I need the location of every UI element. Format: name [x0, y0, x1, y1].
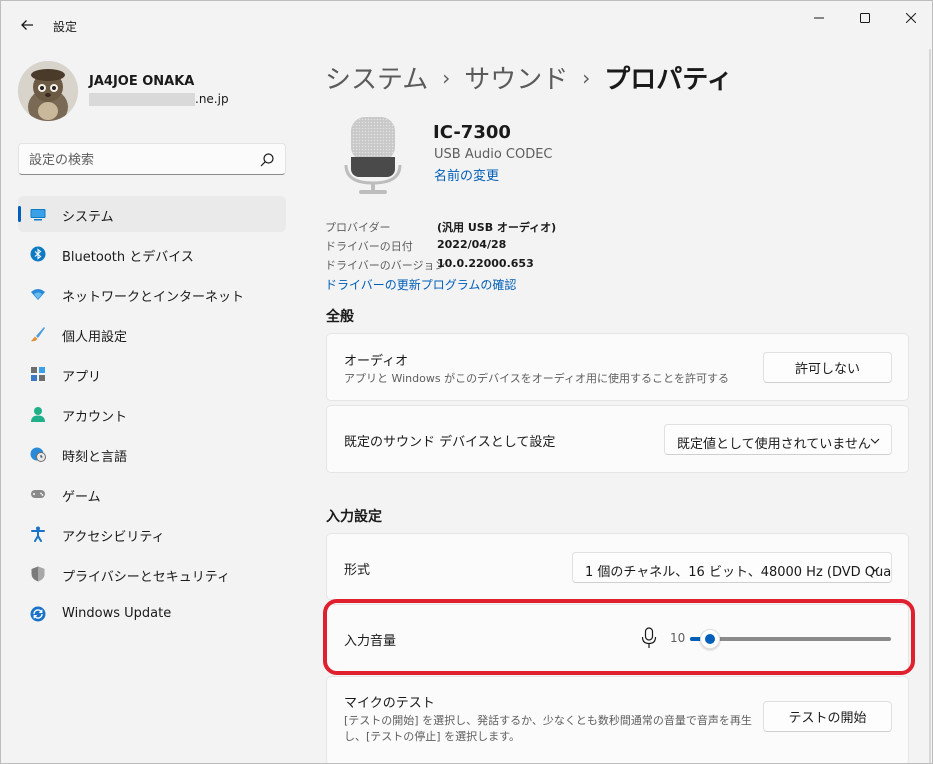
close-icon: [906, 13, 916, 23]
mic-test-description: [テストの開始] を選択し、発話するか、少なくとも数秒間通常の音量で音声を再生: [344, 714, 752, 727]
gaming-icon: [31, 490, 45, 498]
mic-test-title: マイクのテスト: [344, 696, 435, 711]
sidebar-item-accounts[interactable]: アカウント: [18, 396, 286, 432]
user-name: JA4JOE ONAKA: [89, 74, 195, 89]
input-volume-title: 入力音量: [344, 634, 397, 649]
default-device-card: 既定のサウンド デバイスとして設定 既定値として使用されていません: [326, 405, 909, 473]
dropdown-value: 1 個のチャネル、16 ビット、48000 Hz (DVD Qua: [585, 565, 892, 580]
property-key: プロバイダー: [325, 221, 391, 234]
maximize-button[interactable]: [842, 1, 888, 35]
sidebar-item-apps[interactable]: アプリ: [18, 356, 286, 392]
search-icon[interactable]: [259, 152, 275, 168]
back-button[interactable]: [15, 13, 39, 37]
system-icon: [30, 209, 46, 221]
personalization-icon: [31, 327, 45, 342]
default-device-dropdown[interactable]: 既定値として使用されていません: [664, 424, 892, 455]
time-language-icon: [30, 447, 46, 462]
sidebar-item-system[interactable]: システム: [18, 196, 286, 232]
accounts-icon: [31, 407, 45, 422]
audio-title: オーディオ: [344, 354, 409, 369]
breadcrumb-separator: ›: [582, 65, 591, 90]
sidebar-item-label: プライバシーとセキュリティ: [62, 570, 230, 585]
property-value: (汎用 USB オーディオ): [437, 221, 557, 234]
device-description: USB Audio CODEC: [434, 147, 553, 162]
sidebar-item-gaming[interactable]: ゲーム: [18, 476, 286, 512]
sidebar-item-time-language[interactable]: 時刻と言語: [18, 436, 286, 472]
sidebar-item-label: アプリ: [62, 370, 102, 385]
property-key: ドライバーのバージョン: [325, 259, 446, 272]
rename-link[interactable]: 名前の変更: [434, 165, 499, 184]
sidebar-item-label: システム: [62, 210, 114, 225]
dropdown-value: 既定値として使用されていません: [677, 437, 871, 452]
format-title: 形式: [344, 563, 371, 578]
breadcrumb-sound[interactable]: サウンド: [464, 59, 568, 96]
sidebar-item-label: Windows Update: [62, 606, 172, 621]
network-icon: [31, 289, 45, 300]
microphone-icon[interactable]: [641, 627, 657, 649]
mic-test-description-2: し、[テストの停止] を選択します。: [344, 730, 520, 743]
input-volume-slider[interactable]: [690, 629, 891, 649]
chevron-down-icon: [870, 438, 880, 444]
breadcrumb-separator: ›: [442, 65, 451, 90]
section-title-input: 入力設定: [326, 509, 382, 525]
format-dropdown[interactable]: 1 個のチャネル、16 ビット、48000 Hz (DVD Qua: [572, 552, 892, 583]
disallow-button[interactable]: 許可しない: [763, 352, 892, 383]
minimize-icon: [814, 17, 824, 19]
sidebar-item-label: ゲーム: [62, 490, 101, 505]
settings-window: 設定 JA4JOE ONAKA .ne.jp 設定の検索 システム Blueto…: [0, 0, 933, 764]
title-bar: 設定: [1, 1, 932, 49]
sidebar-item-label: Bluetooth とデバイス: [62, 250, 194, 265]
bluetooth-icon: [30, 246, 46, 262]
search-input[interactable]: [29, 150, 249, 170]
sidebar-item-label: 時刻と言語: [62, 450, 128, 465]
search-box[interactable]: [18, 143, 286, 175]
slider-thumb[interactable]: [700, 629, 721, 649]
avatar[interactable]: [18, 61, 78, 121]
property-value: 2022/04/28: [437, 238, 507, 251]
scrollbar[interactable]: [928, 49, 932, 764]
breadcrumb-system[interactable]: システム: [325, 59, 428, 96]
minimize-button[interactable]: [796, 1, 842, 35]
sidebar-item-label: 個人用設定: [62, 330, 128, 345]
privacy-icon: [31, 566, 45, 582]
sidebar-item-bluetooth[interactable]: Bluetooth とデバイス: [18, 236, 286, 272]
chevron-down-icon: [870, 566, 880, 572]
sidebar-item-network[interactable]: ネットワークとインターネット: [18, 276, 286, 312]
close-button[interactable]: [888, 1, 932, 35]
format-card: 形式 1 個のチャネル、16 ビット、48000 Hz (DVD Qua: [326, 533, 909, 600]
app-title: 設定: [53, 20, 78, 34]
back-arrow-icon: [21, 20, 33, 30]
sidebar-item-personalization[interactable]: 個人用設定: [18, 316, 286, 352]
section-title-general: 全般: [326, 309, 354, 325]
accessibility-icon: [31, 526, 45, 542]
sidebar-item-accessibility[interactable]: アクセシビリティ: [18, 516, 286, 552]
email-redacted: [89, 93, 195, 106]
sidebar-item-label: ネットワークとインターネット: [62, 290, 245, 305]
avatar-image: [18, 61, 78, 121]
sidebar-item-windows-update[interactable]: Windows Update: [18, 596, 286, 632]
property-value: 10.0.22000.653: [437, 257, 534, 270]
sidebar-item-label: アカウント: [62, 410, 128, 425]
property-key: ドライバーの日付: [325, 240, 413, 253]
breadcrumb: システム › サウンド › プロパティ: [325, 59, 733, 96]
email-domain: .ne.jp: [195, 92, 229, 106]
default-device-title: 既定のサウンド デバイスとして設定: [344, 435, 556, 450]
breadcrumb-current: プロパティ: [604, 65, 733, 95]
start-test-button[interactable]: テストの開始: [763, 701, 892, 732]
sidebar-item-label: アクセシビリティ: [62, 530, 165, 545]
maximize-icon: [860, 13, 870, 23]
device-name: IC-7300: [433, 122, 511, 143]
volume-value: 10: [670, 631, 686, 645]
driver-update-link[interactable]: ドライバーの更新プログラムの確認: [325, 276, 516, 293]
microphone-device-icon: [344, 117, 402, 194]
audio-subtitle: アプリと Windows がこのデバイスをオーディオ用に使用することを許可する: [344, 372, 729, 385]
audio-permission-card: オーディオ アプリと Windows がこのデバイスをオーディオ用に使用すること…: [326, 333, 909, 401]
apps-icon: [31, 367, 45, 381]
windows-update-icon: [30, 606, 46, 622]
mic-test-card: マイクのテスト [テストの開始] を選択し、発話するか、少なくとも数秒間通常の音…: [326, 676, 909, 763]
sidebar-item-privacy[interactable]: プライバシーとセキュリティ: [18, 556, 286, 592]
sidebar-nav: システム Bluetooth とデバイス ネットワークとインターネット 個人用設…: [18, 196, 286, 636]
